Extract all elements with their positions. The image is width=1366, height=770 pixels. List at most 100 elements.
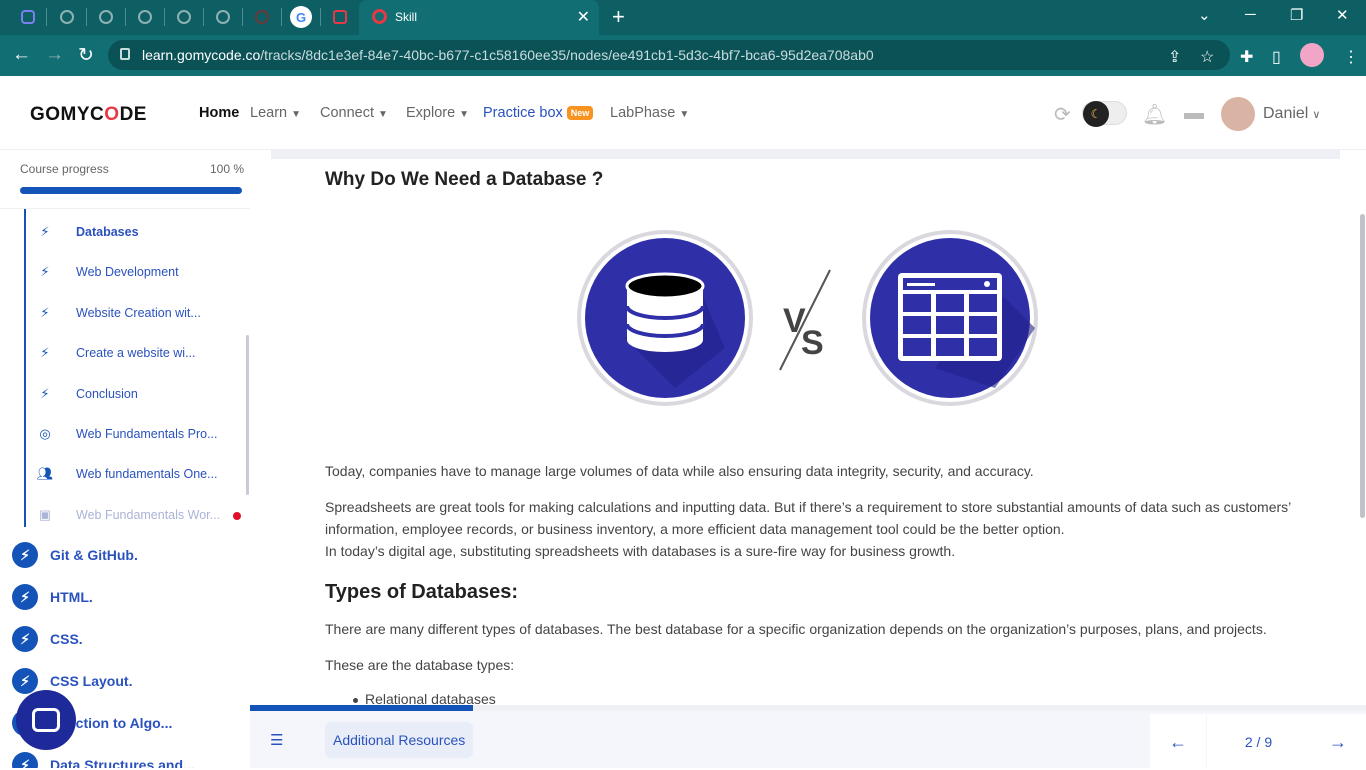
gomycode-logo[interactable]: GOMYCODE xyxy=(30,104,147,126)
support-chat-button[interactable] xyxy=(16,690,76,750)
username-label: Daniel xyxy=(1263,105,1309,122)
divider xyxy=(0,208,250,209)
chat-bubble-icon[interactable]: ▬ xyxy=(1184,102,1204,125)
nav-connect[interactable]: Connect ▼ xyxy=(320,105,388,121)
sidebar-track-item[interactable]: ⚡︎ Git & GitHub. xyxy=(12,541,138,569)
paragraph-spreadsheets: Spreadsheets are great tools for making … xyxy=(325,499,1291,537)
sidebar-subitem[interactable]: ⚡︎ Web Development xyxy=(36,260,178,284)
pinned-tab-6[interactable] xyxy=(212,6,234,28)
next-page-button[interactable]: → xyxy=(1310,714,1366,770)
back-icon[interactable]: ← xyxy=(12,44,31,66)
pinned-tab-7[interactable] xyxy=(251,6,273,28)
pinned-tab-4[interactable] xyxy=(134,6,156,28)
address-bar-row: ← → ↻ learn.gomycode.co/tracks/8dc1e3ef-… xyxy=(0,35,1366,76)
content-top-strip xyxy=(271,150,1340,159)
nav-labphase-label: LabPhase xyxy=(610,105,676,121)
nav-home[interactable]: Home xyxy=(199,105,239,121)
sidebar-track-item[interactable]: ⚡︎ CSS Layout. xyxy=(12,667,132,695)
chevron-down-icon: ▼ xyxy=(291,109,301,120)
tab-separator xyxy=(86,8,87,26)
content-scrollbar[interactable] xyxy=(1358,150,1366,705)
lock-icon xyxy=(120,48,130,60)
tab-separator xyxy=(164,8,165,26)
scrollbar-thumb[interactable] xyxy=(1360,214,1365,518)
bolt-icon: ⚡︎ xyxy=(40,224,50,239)
dark-mode-toggle[interactable]: ☾ xyxy=(1082,101,1127,127)
sidebar-subitem[interactable]: ⚡︎ Create a website wi... xyxy=(36,341,195,365)
share-icon[interactable]: ⇪ xyxy=(1168,47,1181,67)
sidebar-track-label: CSS Layout. xyxy=(50,673,133,689)
bolt-icon: ⚡︎ xyxy=(12,668,38,694)
new-tab-button[interactable]: + xyxy=(612,4,625,30)
close-window-icon[interactable]: ✕ xyxy=(1336,6,1349,24)
paragraph-types: There are many different types of databa… xyxy=(325,621,1267,637)
sidebar-track-item[interactable]: ⚡︎ HTML. xyxy=(12,583,93,611)
nav-explore[interactable]: Explore ▼ xyxy=(406,105,469,121)
chevron-down-icon: ▼ xyxy=(679,109,690,120)
nav-practice-box[interactable]: Practice box New xyxy=(483,105,594,121)
extensions-puzzle-icon[interactable]: ✚ xyxy=(1240,47,1253,67)
sub-items-line xyxy=(24,209,26,527)
page-progress-fill xyxy=(250,705,474,711)
google-tab[interactable]: G xyxy=(290,6,312,28)
sidebar-subitem[interactable]: ◎ Web Fundamentals Pro... xyxy=(36,422,218,446)
tab-search-icon[interactable]: ⌄ xyxy=(1198,6,1211,24)
sidebar-subitem[interactable]: 👥︎ Web fundamentals One... xyxy=(36,462,218,486)
lesson-content: Why Do We Need a Database ? V S Today, c… xyxy=(250,150,1358,705)
side-panel-icon[interactable]: ▯ xyxy=(1272,47,1281,67)
sidebar-subitem-label: Website Creation wit... xyxy=(76,305,201,320)
bolt-icon: ⚡︎ xyxy=(12,584,38,610)
lesson-footer: ☰ Additional Resources ← 2 / 9 → xyxy=(250,705,1366,770)
browser-menu-icon[interactable]: ⋮ xyxy=(1343,47,1359,67)
list-item: Relational databases xyxy=(353,691,496,705)
active-tab[interactable]: Skill ✕ xyxy=(359,0,599,35)
close-tab-icon[interactable]: ✕ xyxy=(577,7,590,27)
gomycode-favicon-icon xyxy=(372,9,387,24)
tab-separator xyxy=(281,8,282,26)
lesson-heading: Why Do We Need a Database ? xyxy=(325,169,604,190)
course-progress-value: 100 % xyxy=(210,162,245,176)
sidebar-track-item[interactable]: ⚡︎ Data Structures and... xyxy=(12,751,195,768)
sidebar-subitem[interactable]: ⚡︎ Website Creation wit... xyxy=(36,301,201,325)
bolt-icon: ⚡︎ xyxy=(12,542,38,568)
browser-tab-strip: G Skill ✕ + ⌄ ─ ❐ ✕ xyxy=(0,0,1366,35)
minimize-icon[interactable]: ─ xyxy=(1245,6,1256,23)
outline-list-icon[interactable]: ☰ xyxy=(270,731,283,749)
bookmark-star-icon[interactable]: ☆ xyxy=(1200,47,1214,67)
reload-icon[interactable]: ↻ xyxy=(78,44,94,67)
nav-labphase[interactable]: LabPhase ▼ xyxy=(610,105,689,121)
sidebar-track-label: HTML. xyxy=(50,589,93,605)
prev-page-button[interactable]: ← xyxy=(1150,714,1206,770)
course-progress-label: Course progress xyxy=(20,162,109,176)
sidebar-scrollbar[interactable] xyxy=(246,335,249,495)
user-menu[interactable]: Daniel ∨ xyxy=(1263,105,1320,123)
nav-practice-label: Practice box xyxy=(483,105,563,121)
refresh-icon[interactable]: ⟳ xyxy=(1054,102,1071,127)
sidebar-subitem[interactable]: ▣ Web Fundamentals Wor... xyxy=(36,503,220,527)
sidebar-subitem[interactable]: ⚡︎ Databases xyxy=(36,220,139,244)
pinned-tab-3[interactable] xyxy=(95,6,117,28)
sidebar-track-item[interactable]: ⚡︎ CSS. xyxy=(12,625,83,653)
svg-text:S: S xyxy=(801,324,824,362)
sidebar-subitem-label: Web fundamentals One... xyxy=(76,467,218,482)
sidebar-subitem[interactable]: ⚡︎ Conclusion xyxy=(36,382,137,406)
tab-title: Skill xyxy=(395,10,418,24)
user-avatar[interactable] xyxy=(1221,97,1255,131)
pinned-tab-2[interactable] xyxy=(56,6,78,28)
pinned-tab-9[interactable] xyxy=(329,6,351,28)
restore-icon[interactable]: ❐ xyxy=(1290,6,1303,24)
notification-bell-icon[interactable]: 🔔︎ xyxy=(1142,102,1167,127)
pinned-tab-5[interactable] xyxy=(173,6,195,28)
course-progress-bar xyxy=(20,187,242,194)
pinned-tab-1[interactable] xyxy=(17,6,39,28)
sidebar-subitem-label: Databases xyxy=(76,225,139,239)
additional-resources-button[interactable]: Additional Resources xyxy=(325,722,474,758)
arrow-right-icon: → xyxy=(1329,731,1347,752)
browser-profile-avatar[interactable] xyxy=(1300,43,1324,67)
bolt-icon: ⚡︎ xyxy=(40,304,50,320)
sidebar-subitem-label: Web Fundamentals Pro... xyxy=(76,427,218,441)
nav-learn[interactable]: Learn ▼ xyxy=(250,105,301,121)
logo-accent: O xyxy=(104,104,120,125)
forward-icon[interactable]: → xyxy=(45,44,64,66)
url-field[interactable]: learn.gomycode.co/tracks/8dc1e3ef-84e7-4… xyxy=(108,40,1230,70)
